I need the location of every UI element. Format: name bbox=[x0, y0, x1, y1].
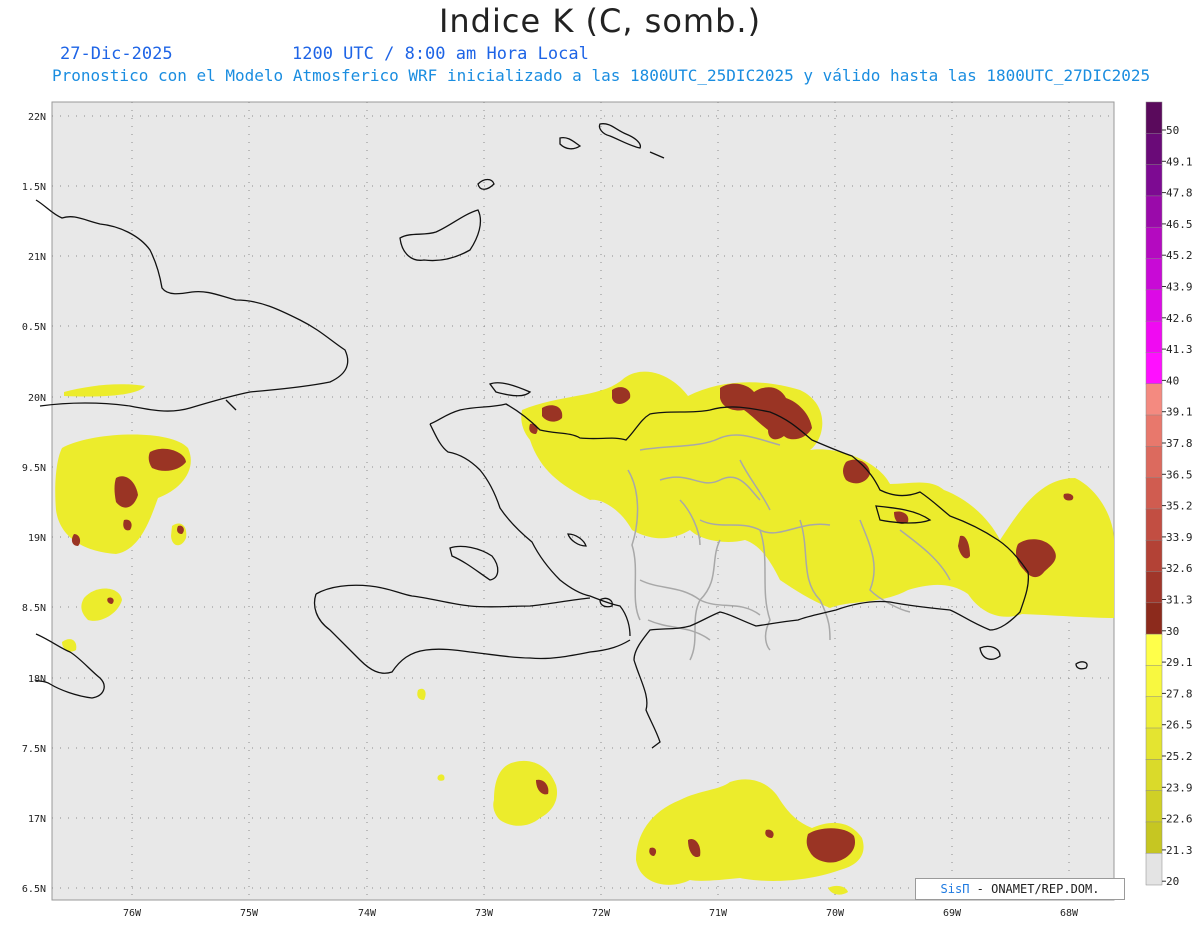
lon-label: 69W bbox=[943, 908, 962, 919]
colorbar-label: 35.2 bbox=[1166, 500, 1193, 513]
colorbar-swatch bbox=[1145, 759, 1163, 792]
colorbar-swatch bbox=[1145, 164, 1163, 197]
lon-label: 70W bbox=[826, 908, 845, 919]
colorbar-label: 47.8 bbox=[1166, 187, 1193, 200]
lat-label: 20N bbox=[28, 393, 46, 404]
colorbar-swatch bbox=[1145, 571, 1163, 604]
colorbar-label: 40 bbox=[1166, 374, 1179, 387]
lat-label: 7.5N bbox=[22, 744, 46, 755]
colorbar-swatch bbox=[1145, 696, 1163, 729]
colorbar-swatch bbox=[1145, 727, 1163, 761]
colorbar-swatch bbox=[1145, 633, 1163, 667]
colorbar-swatch bbox=[1145, 383, 1163, 416]
colorbar-label: 43.9 bbox=[1166, 281, 1193, 294]
lat-label: 18N bbox=[28, 674, 46, 685]
colorbar-label: 30 bbox=[1166, 625, 1179, 638]
colorbar-swatch bbox=[1145, 477, 1163, 510]
lat-label: 21N bbox=[28, 252, 46, 263]
latitude-labels: 22N 1.5N 21N 0.5N 20N 9.5N 19N 8.5N 18N … bbox=[22, 112, 46, 895]
colorbar-swatch bbox=[1145, 258, 1163, 291]
longitude-labels: 76W 75W 74W 73W 72W 71W 70W 69W 68W bbox=[123, 908, 1079, 919]
sispi-logo: SisΠ bbox=[940, 882, 970, 896]
lat-label: 0.5N bbox=[22, 322, 46, 333]
colorbar-swatch bbox=[1145, 602, 1163, 635]
colorbar-swatch bbox=[1145, 352, 1163, 385]
lat-label: 6.5N bbox=[22, 884, 46, 895]
colorbar-label: 42.6 bbox=[1166, 312, 1193, 325]
lon-label: 75W bbox=[240, 908, 259, 919]
colorbar-swatch bbox=[1145, 320, 1163, 354]
lat-label: 19N bbox=[28, 533, 46, 544]
colorbar-swatch bbox=[1145, 508, 1163, 541]
credit-box: SisΠ - ONAMET/REP.DOM. bbox=[915, 878, 1125, 900]
colorbar-label: 50 bbox=[1166, 124, 1179, 137]
colorbar-swatch bbox=[1145, 101, 1163, 135]
colorbar-swatch bbox=[1145, 414, 1163, 448]
colorbar-label: 22.6 bbox=[1166, 813, 1193, 826]
lat-label: 22N bbox=[28, 112, 46, 123]
colorbar-swatch bbox=[1145, 665, 1163, 698]
lat-label: 9.5N bbox=[22, 463, 46, 474]
lon-label: 71W bbox=[709, 908, 728, 919]
colorbar-label: 29.1 bbox=[1166, 656, 1193, 669]
colorbar-label: 31.3 bbox=[1166, 594, 1193, 607]
colorbar-label: 41.3 bbox=[1166, 343, 1193, 356]
colorbar-swatch bbox=[1145, 133, 1163, 166]
lon-label: 68W bbox=[1060, 908, 1079, 919]
colorbar-label: 21.3 bbox=[1166, 844, 1193, 857]
lon-label: 72W bbox=[592, 908, 611, 919]
colorbar-label: 32.6 bbox=[1166, 562, 1193, 575]
colorbar-label: 36.5 bbox=[1166, 468, 1193, 481]
colorbar-swatch bbox=[1145, 539, 1163, 573]
colorbar-swatch bbox=[1145, 852, 1163, 886]
colorbar-swatch bbox=[1145, 446, 1163, 479]
colorbar-label: 27.8 bbox=[1166, 687, 1193, 700]
colorbar-label: 23.9 bbox=[1166, 781, 1193, 794]
colorbar-swatch bbox=[1145, 790, 1163, 823]
colorbar-swatch bbox=[1145, 226, 1163, 260]
colorbar-label: 45.2 bbox=[1166, 249, 1193, 262]
colorbar-label: 26.5 bbox=[1166, 719, 1193, 732]
lon-label: 74W bbox=[358, 908, 377, 919]
colorbar-label: 39.1 bbox=[1166, 406, 1193, 419]
lon-label: 76W bbox=[123, 908, 142, 919]
colorbar-label: 33.9 bbox=[1166, 531, 1193, 544]
lon-label: 73W bbox=[475, 908, 494, 919]
lat-label: 1.5N bbox=[22, 182, 46, 193]
colorbar-label: 37.8 bbox=[1166, 437, 1193, 450]
map-canvas: 22N 1.5N 21N 0.5N 20N 9.5N 19N 8.5N 18N … bbox=[22, 101, 1193, 919]
colorbar-label: 46.5 bbox=[1166, 218, 1193, 231]
colorbar-label: 20 bbox=[1166, 875, 1179, 888]
credit-text: - ONAMET/REP.DOM. bbox=[976, 882, 1100, 896]
colorbar-label: 49.1 bbox=[1166, 155, 1193, 168]
lat-label: 8.5N bbox=[22, 603, 46, 614]
colorbar: 50 49.1 47.8 46.5 45.2 43.9 42.6 41.3 40 39.1 37.8… bbox=[1145, 101, 1193, 888]
colorbar-swatch bbox=[1145, 289, 1163, 322]
lat-label: 17N bbox=[28, 814, 46, 825]
colorbar-label: 25.2 bbox=[1166, 750, 1193, 763]
colorbar-swatch bbox=[1145, 195, 1163, 228]
colorbar-swatch bbox=[1145, 821, 1163, 854]
